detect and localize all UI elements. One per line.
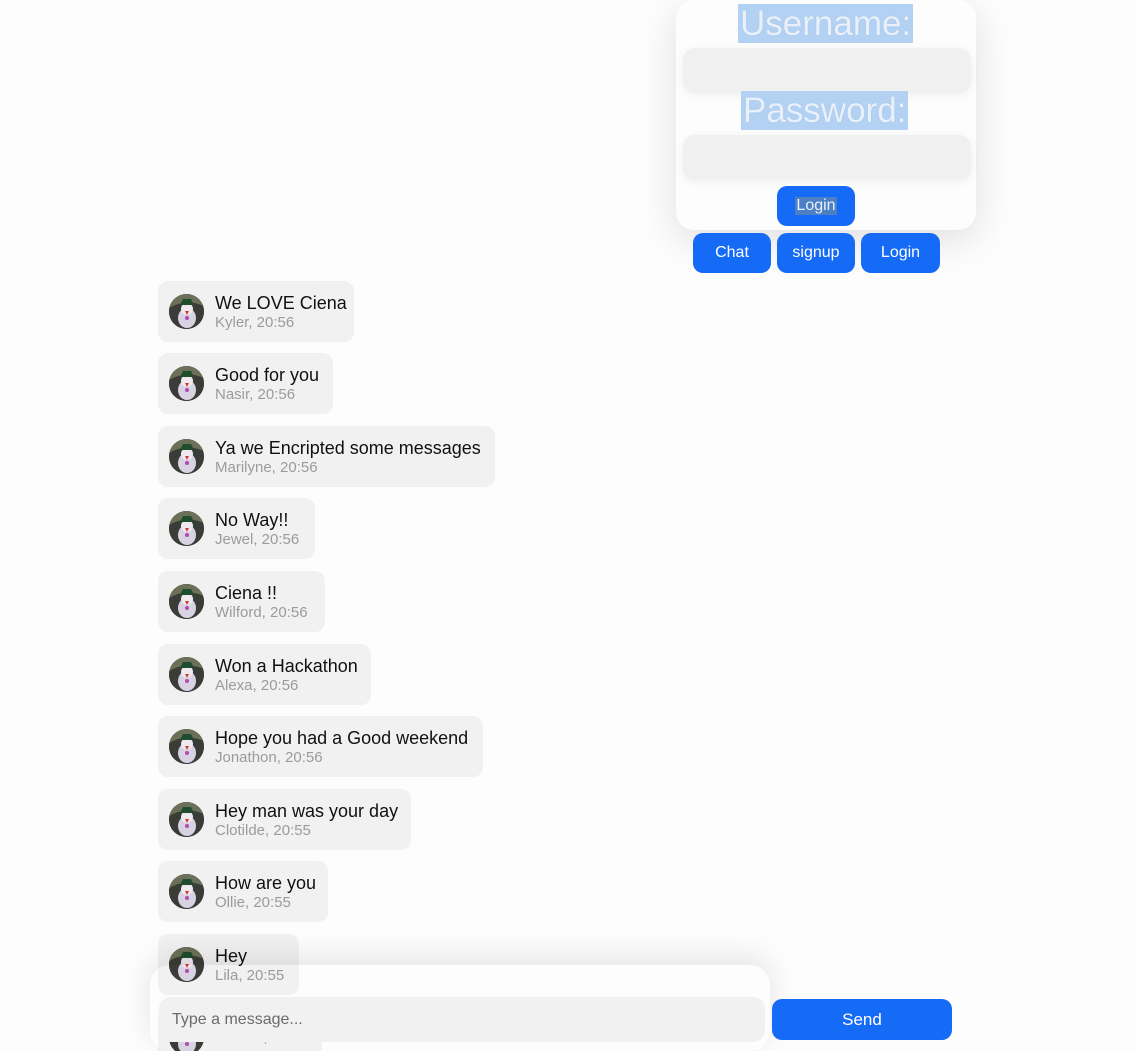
message-body: Hey Lila, 20:55 — [215, 946, 284, 984]
message-author-time: Wilford, 20:56 — [215, 603, 308, 621]
user-avatar-icon — [169, 439, 204, 474]
message-text: We LOVE Ciena — [215, 292, 347, 313]
message-bubble: Ya we Encripted some messages Marilyne, 2… — [158, 426, 495, 487]
message-text: Won a Hackathon — [215, 655, 358, 676]
user-avatar-icon — [169, 294, 204, 329]
message-bubble: Hope you had a Good weekend Jonathon, 20:… — [158, 716, 483, 777]
message-author-time: Ollie, 20:55 — [215, 893, 291, 911]
user-avatar-icon — [169, 511, 204, 546]
message-text: Ya we Encripted some messages — [215, 437, 481, 458]
message-bubble: Hey Lila, 20:55 — [158, 934, 299, 995]
message-author-time: Clotilde, 20:55 — [215, 821, 311, 839]
message-body: Good for you Nasir, 20:56 — [215, 365, 319, 403]
message-author-time: Nasir, 20:56 — [215, 385, 296, 403]
message-author-time: Kyler, 20:56 — [215, 313, 295, 331]
message-body: No Way!! Jewel, 20:56 — [215, 510, 299, 548]
message-body: Ya we Encripted some messages Marilyne, 2… — [215, 438, 481, 476]
message-author-time: Marilyne, 20:56 — [215, 458, 318, 476]
message-bubble: No Way!! Jewel, 20:56 — [158, 498, 315, 559]
message-body: How are you Ollie, 20:55 — [215, 873, 316, 911]
message-body: Won a Hackathon Alexa, 20:56 — [215, 656, 358, 694]
nav-login-button[interactable]: Login — [861, 233, 940, 273]
nav-chat-button[interactable]: Chat — [693, 233, 771, 273]
message-author-time: Alexa, 20:56 — [215, 676, 299, 694]
message-text: How are you — [215, 872, 317, 893]
user-avatar-icon — [169, 947, 204, 982]
send-button[interactable]: Send — [772, 999, 952, 1040]
message-author-time: Lila, 20:55 — [215, 966, 285, 984]
user-avatar-icon — [169, 366, 204, 401]
user-avatar-icon — [169, 729, 204, 764]
message-body: Hope you had a Good weekend Jonathon, 20:… — [215, 728, 468, 766]
message-bubble: Ciena !! Wilford, 20:56 — [158, 571, 325, 632]
message-text: Hope you had a Good weekend — [215, 727, 469, 748]
message-body: We LOVE Ciena Kyler, 20:56 — [215, 293, 347, 331]
nav-signup-button[interactable]: signup — [777, 233, 855, 273]
login-submit-button[interactable]: Login — [777, 186, 855, 226]
message-bubble: Good for you Nasir, 20:56 — [158, 353, 333, 414]
user-avatar-icon — [169, 657, 204, 692]
message-bubble: Won a Hackathon Alexa, 20:56 — [158, 644, 371, 705]
username-input[interactable] — [683, 48, 971, 93]
message-bubble: How are you Ollie, 20:55 — [158, 861, 328, 922]
message-body: Ciena !! Wilford, 20:56 — [215, 583, 308, 621]
message-body: Hey man was your day Clotilde, 20:55 — [215, 801, 398, 839]
message-author-time: Jonathon, 20:56 — [215, 748, 323, 766]
message-input[interactable] — [159, 997, 765, 1042]
message-text: Hey man was your day — [215, 800, 399, 821]
user-avatar-icon — [169, 802, 204, 837]
user-avatar-icon — [169, 584, 204, 619]
password-label: Password: — [741, 91, 909, 130]
login-submit-label: Login — [795, 197, 837, 215]
message-text: Ciena !! — [215, 582, 278, 603]
message-text: Hey — [215, 945, 248, 966]
message-author-time: Jewel, 20:56 — [215, 530, 300, 548]
user-avatar-icon — [169, 874, 204, 909]
message-bubble: We LOVE Ciena Kyler, 20:56 — [158, 281, 354, 342]
password-input[interactable] — [683, 135, 971, 180]
message-text: No Way!! — [215, 509, 289, 530]
chat-page: Username: Password: Login Chat signup Lo… — [0, 0, 1136, 1051]
username-label: Username: — [738, 4, 914, 43]
message-text: Good for you — [215, 364, 320, 385]
message-bubble: Hey man was your day Clotilde, 20:55 — [158, 789, 411, 850]
